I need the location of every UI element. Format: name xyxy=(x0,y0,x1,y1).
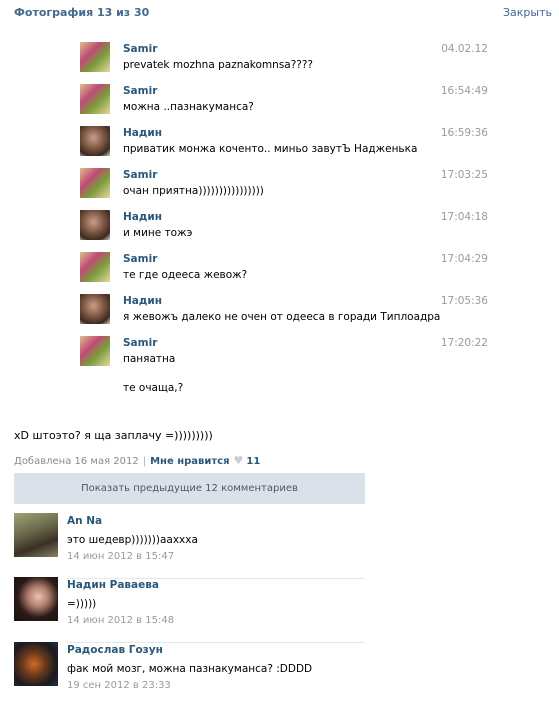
chat-message: Samir можна ..пазнакуманса? 16:54:49 xyxy=(80,82,492,122)
sender-name: Samir xyxy=(123,253,158,265)
message-text: я жевожъ далеко не очен от одееса в гора… xyxy=(123,311,441,323)
heart-icon[interactable]: ♥ xyxy=(234,454,244,467)
comment: Надин Раваева =))))) 14 июн 2012 в 15:48 xyxy=(14,577,365,643)
message-time: 04.02.12 xyxy=(441,43,488,55)
message-text: можна ..пазнакуманса? xyxy=(123,101,254,113)
message-text-extra: те очаща,? xyxy=(123,382,184,394)
sender-name: Samir xyxy=(123,43,158,55)
avatar[interactable] xyxy=(14,642,58,686)
message-text: и мине тожэ xyxy=(123,227,193,239)
avatar xyxy=(80,42,110,72)
photo-caption: xD штоэто? я ща заплачу =))))))))) xyxy=(14,429,213,442)
message-time: 17:04:18 xyxy=(440,211,488,223)
separator: | xyxy=(142,456,147,467)
chat-message: Надин и мине тожэ 17:04:18 xyxy=(80,208,492,248)
sender-name: Samir xyxy=(123,337,158,349)
sender-name: Samir xyxy=(123,169,158,181)
comment-date[interactable]: 14 июн 2012 в 15:48 xyxy=(67,615,174,626)
message-time: 17:03:25 xyxy=(440,169,488,181)
comment-text: фак мой мозг, можна пазнакуманса? :DDDD xyxy=(67,663,313,675)
avatar xyxy=(80,252,110,282)
chat-message: Samir prevatek mozhna paznakomnsa???? 04… xyxy=(80,40,492,80)
comment-text: это шедевр)))))))аахxха xyxy=(67,534,198,546)
like-count[interactable]: 11 xyxy=(246,456,260,467)
message-time: 16:54:49 xyxy=(440,85,488,97)
chat-message: Samir паняатна 17:20:22 те очаща,? xyxy=(80,334,492,394)
message-time: 17:04:29 xyxy=(440,253,488,265)
message-time: 17:05:36 xyxy=(440,295,488,307)
show-previous-comments-button[interactable]: Показать предыдущие 12 комментариев xyxy=(14,473,365,504)
avatar xyxy=(80,210,110,240)
photo-header: Фотография 13 из 30 Закрыть xyxy=(0,0,559,22)
avatar[interactable] xyxy=(14,513,58,557)
post-meta: Добавлена 16 мая 2012 | Мне нравится ♥ 11 xyxy=(14,454,260,467)
added-date: Добавлена 16 мая 2012 xyxy=(14,456,139,467)
message-text: очан приятна)))))))))))))))) xyxy=(123,185,264,197)
message-text: паняатна xyxy=(123,353,176,365)
avatar xyxy=(80,294,110,324)
avatar[interactable] xyxy=(14,577,58,621)
sender-name: Надин xyxy=(123,211,162,223)
comment-date[interactable]: 19 сен 2012 в 23:33 xyxy=(67,680,171,691)
message-time: 17:20:22 xyxy=(440,337,488,349)
comment-author[interactable]: Надин Раваева xyxy=(67,579,159,591)
avatar xyxy=(80,168,110,198)
chat-message: Samir те где одееса жевож? 17:04:29 xyxy=(80,250,492,290)
comment-author[interactable]: Радослав Гозун xyxy=(67,644,163,656)
comment: Радослав Гозун фак мой мозг, можна пазна… xyxy=(14,642,365,704)
message-text: те где одееса жевож? xyxy=(123,269,248,281)
chat-message: Samir очан приятна)))))))))))))))) 17:03… xyxy=(80,166,492,206)
message-text: приватик монжа коченто.. миньо завутЪ На… xyxy=(123,143,418,155)
like-button[interactable]: Мне нравится xyxy=(150,456,229,467)
photo-counter-title: Фотография 13 из 30 xyxy=(14,6,150,19)
chat-message: Надин я жевожъ далеко не очен от одееса … xyxy=(80,292,492,332)
message-text: prevatek mozhna paznakomnsa???? xyxy=(123,59,314,71)
message-time: 16:59:36 xyxy=(440,127,488,139)
sender-name: Samir xyxy=(123,85,158,97)
avatar xyxy=(80,126,110,156)
avatar xyxy=(80,336,110,366)
chat-message: Надин приватик монжа коченто.. миньо зав… xyxy=(80,124,492,164)
avatar xyxy=(80,84,110,114)
sender-name: Надин xyxy=(123,295,162,307)
close-link[interactable]: Закрыть xyxy=(503,6,552,19)
sender-name: Надин xyxy=(123,127,162,139)
comment: An Na это шедевр)))))))аахxха 14 июн 201… xyxy=(14,513,365,579)
comment-date[interactable]: 14 июн 2012 в 15:47 xyxy=(67,551,174,562)
comment-author[interactable]: An Na xyxy=(67,515,102,527)
comment-text: =))))) xyxy=(67,598,97,610)
